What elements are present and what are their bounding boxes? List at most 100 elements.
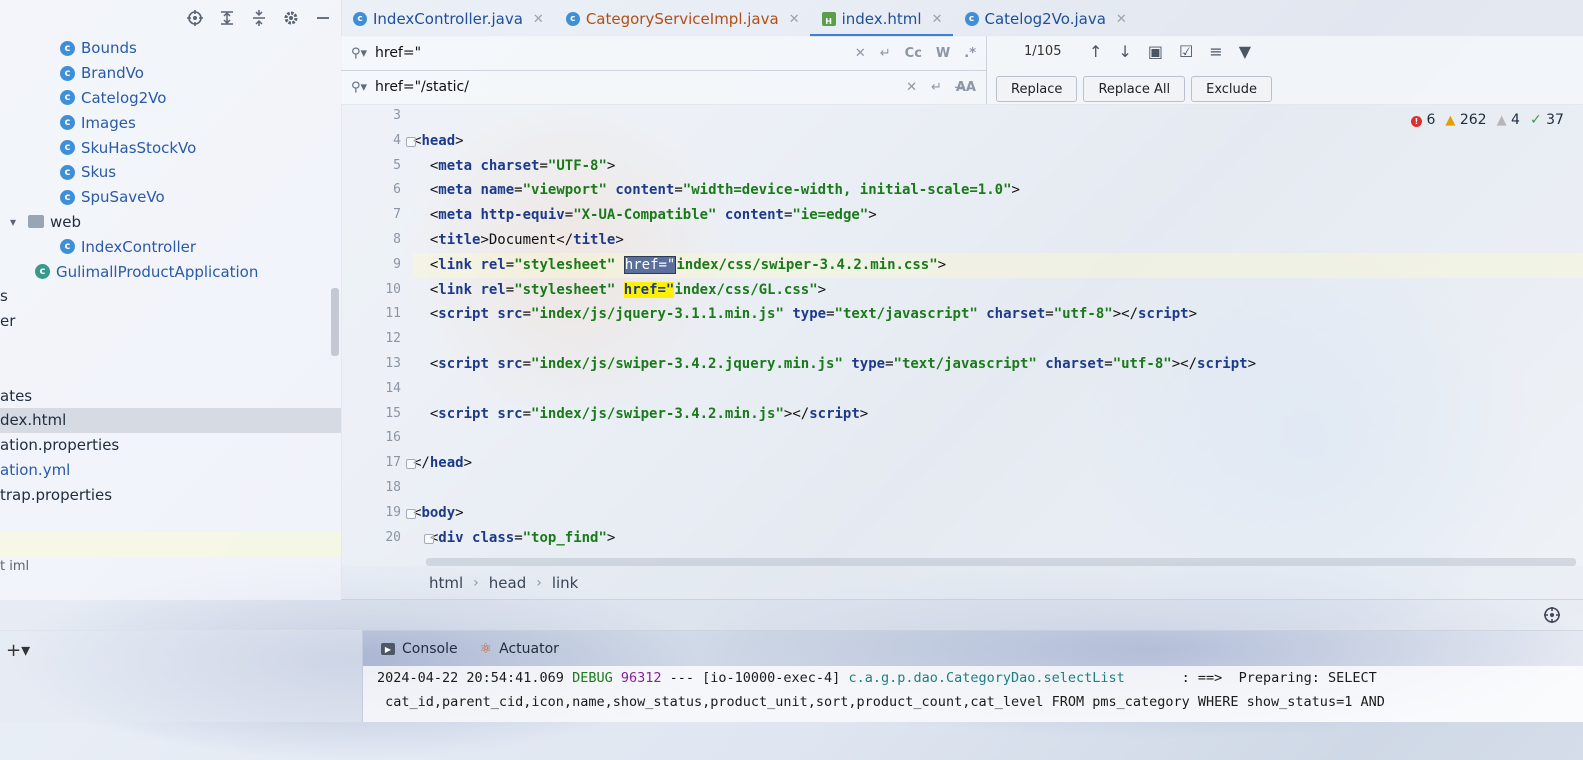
close-icon[interactable]: ✕ — [789, 12, 800, 27]
tree-item[interactable]: c Skus — [0, 160, 341, 185]
replace-button[interactable]: Replace — [996, 76, 1078, 102]
find-replace-bar: ⚲▾ href=" ✕ ↵ Cc W .* ⚲▾ href="/static/ … — [341, 36, 1583, 105]
breadcrumb-item[interactable]: html — [429, 574, 463, 592]
tree-item[interactable]: ation.properties — [0, 433, 341, 458]
preserve-case-icon[interactable]: A̶A — [956, 80, 976, 95]
expand-all-icon[interactable] — [217, 8, 237, 28]
replace-input[interactable]: href="/static/ — [375, 79, 906, 95]
console-output[interactable]: 2024-04-22 20:54:41.069 DEBUG 96312 --- … — [363, 666, 1583, 722]
whole-words-toggle[interactable]: W — [936, 46, 950, 61]
fold-icon[interactable] — [406, 136, 416, 147]
tree-item[interactable]: c Catelog2Vo — [0, 86, 341, 111]
tree-folder-web[interactable]: ▾ web — [0, 210, 341, 235]
tree-item[interactable]: c Images — [0, 110, 341, 135]
tab-index-html[interactable]: H index.html ✕ — [809, 2, 953, 37]
chevron-down-icon[interactable]: ▾ — [10, 215, 24, 229]
tab-label: Actuator — [499, 641, 559, 657]
tree-item[interactable]: ation.yml — [0, 458, 341, 483]
tree-item[interactable] — [0, 507, 341, 532]
tree-item[interactable]: s — [0, 284, 341, 309]
code-line: <script src="index/js/jquery-3.1.1.min.j… — [429, 306, 1198, 323]
class-icon: c — [60, 140, 75, 156]
class-icon: c — [60, 239, 75, 255]
search-input[interactable]: href=" — [375, 45, 855, 61]
tree-item[interactable]: ates — [0, 383, 341, 408]
search-icon[interactable]: ⚲▾ — [351, 46, 375, 61]
arrow-down-icon[interactable]: ↓ — [1118, 42, 1131, 61]
clear-icon[interactable]: ✕ — [906, 80, 917, 95]
locate-icon[interactable] — [185, 8, 205, 28]
class-icon: c — [60, 40, 75, 56]
line-number: 9 — [393, 256, 401, 272]
tree-item[interactable] — [0, 358, 341, 383]
open-in-window-icon[interactable]: ▣ — [1148, 42, 1163, 61]
new-line-icon[interactable]: ↵ — [931, 80, 942, 95]
code-editor[interactable]: 3 4 5 6 7 8 9 10 11 12 13 14 15 16 17 18… — [341, 104, 1583, 566]
fold-icon[interactable] — [406, 508, 416, 519]
horizontal-scrollbar[interactable] — [426, 558, 1576, 566]
add-icon[interactable]: +▾ — [6, 640, 30, 661]
log-level: DEBUG — [572, 670, 613, 686]
tree-item[interactable] — [0, 334, 341, 359]
fold-icon[interactable] — [406, 459, 416, 470]
tree-item[interactable]: trap.properties — [0, 482, 341, 507]
console-tabs: ▶ Console ⚛ Actuator — [363, 632, 559, 666]
find-navigation: ↑ ↓ ▣ ☑ ≡ ▼ — [1089, 42, 1251, 61]
tree-item[interactable]: c SkuHasStockVo — [0, 135, 341, 160]
log-timestamp: 2024-04-22 20:54:41.069 — [377, 670, 573, 686]
tree-item-selected[interactable]: dex.html — [0, 407, 341, 433]
line-number: 14 — [385, 380, 401, 396]
tree-item[interactable]: c BrandVo — [0, 61, 341, 86]
tree-item[interactable]: c Bounds — [0, 36, 341, 61]
filter-lines-icon[interactable]: ≡ — [1209, 42, 1222, 61]
gear-icon[interactable] — [281, 8, 301, 28]
close-icon[interactable]: ✕ — [533, 12, 544, 27]
tree-item[interactable]: c GulimallProductApplication — [0, 259, 341, 284]
tab-categoryserviceimpl[interactable]: c CategoryServiceImpl.java ✕ — [554, 2, 810, 36]
line-number: 20 — [385, 529, 401, 545]
exclude-button[interactable]: Exclude — [1191, 76, 1273, 102]
console-icon: ▶ — [381, 643, 395, 655]
fold-icon[interactable] — [424, 533, 434, 544]
line-number: 17 — [385, 455, 401, 471]
tab-catelog2vo[interactable]: c Catelog2Vo.java ✕ — [953, 2, 1137, 36]
tab-actuator[interactable]: ⚛ Actuator — [480, 641, 559, 657]
chevron-right-icon: › — [473, 574, 479, 591]
class-icon: c — [60, 189, 75, 205]
filter-icon[interactable]: ▼ — [1239, 42, 1251, 61]
replace-search-icon[interactable]: ⚲▾ — [351, 80, 375, 95]
tree-item[interactable]: c IndexController — [0, 234, 341, 259]
inspection-widget[interactable]: ! 6 ▲ 262 ▲ 4 ✓ 37 — [1411, 112, 1564, 128]
arrow-up-icon[interactable]: ↑ — [1089, 42, 1102, 61]
line-number: 3 — [393, 108, 401, 123]
breadcrumb-item[interactable]: head — [489, 574, 526, 592]
clear-icon[interactable]: ✕ — [855, 46, 866, 61]
tree-item[interactable]: t iml — [0, 557, 341, 577]
tab-label: CategoryServiceImpl.java — [585, 10, 779, 28]
breadcrumb-item[interactable]: link — [552, 574, 579, 592]
tab-label: IndexController.java — [373, 10, 523, 28]
target-icon[interactable] — [1543, 606, 1561, 624]
code-line: <head> — [406, 129, 1583, 154]
tree-item[interactable] — [0, 531, 341, 557]
select-all-occurrences-icon[interactable]: ☑ — [1179, 42, 1193, 61]
code-line: <div class="top_find"> — [413, 526, 1583, 551]
line-number: 4 — [393, 132, 401, 148]
minimize-icon[interactable] — [313, 8, 333, 28]
new-line-icon[interactable]: ↵ — [880, 46, 891, 61]
tree-item[interactable]: er — [0, 309, 341, 334]
replace-all-button[interactable]: Replace All — [1083, 76, 1186, 102]
tab-indexcontroller[interactable]: c IndexController.java ✕ — [341, 2, 554, 36]
tab-console[interactable]: ▶ Console — [381, 641, 458, 657]
tree-item-label: er — [0, 312, 16, 331]
class-icon: c — [60, 90, 75, 106]
collapse-all-icon[interactable] — [249, 8, 269, 28]
tree-scrollbar[interactable] — [331, 288, 339, 356]
warning-icon: ▲ — [1445, 113, 1456, 128]
match-case-toggle[interactable]: Cc — [905, 46, 922, 61]
regex-toggle[interactable]: .* — [964, 46, 976, 61]
tree-item[interactable]: c SpuSaveVo — [0, 185, 341, 210]
line-number: 10 — [385, 281, 401, 297]
close-icon[interactable]: ✕ — [1116, 12, 1127, 27]
close-icon[interactable]: ✕ — [932, 12, 943, 27]
